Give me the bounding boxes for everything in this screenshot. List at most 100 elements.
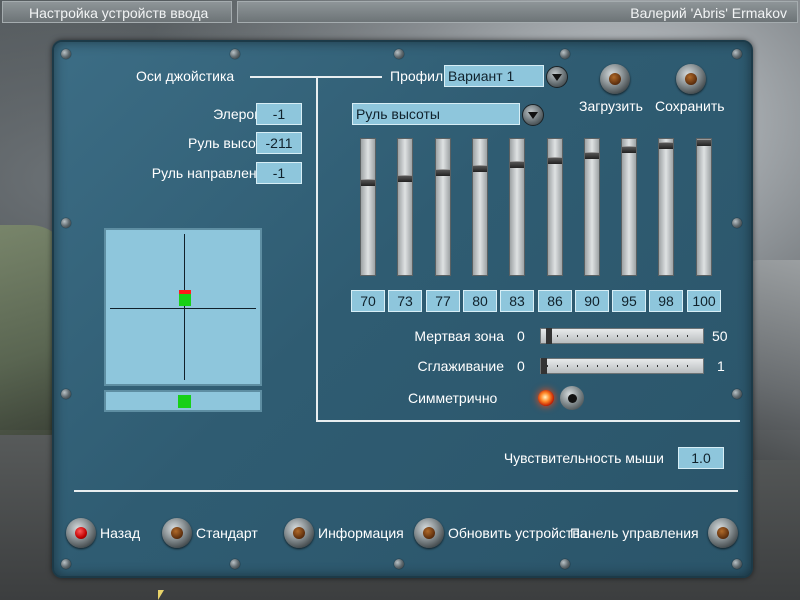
rivet [394, 49, 404, 59]
control-panel-button[interactable] [708, 518, 738, 548]
smoothing-max: 1 [717, 358, 725, 374]
info-label: Информация [318, 525, 404, 541]
axis-label-ailerons: Элероны [213, 106, 272, 122]
curve-slider-thumb[interactable] [398, 175, 412, 182]
curve-slider-7[interactable] [584, 138, 600, 276]
load-profile-button[interactable] [600, 64, 630, 94]
curve-value-1: 70 [351, 290, 385, 312]
axis-value-ailerons: -1 [256, 103, 302, 125]
curve-slider-4[interactable] [472, 138, 488, 276]
section-divider [316, 76, 382, 78]
axis-value-elevator: -211 [256, 132, 302, 154]
curve-value-2: 73 [388, 290, 422, 312]
curve-slider-2[interactable] [397, 138, 413, 276]
smoothing-slider[interactable] [540, 358, 704, 374]
axis-label-elevator: Руль высоты [188, 135, 272, 151]
curve-slider-thumb[interactable] [473, 165, 487, 172]
rivet [61, 49, 71, 59]
toggle-switch-icon[interactable] [560, 386, 584, 410]
chevron-down-icon[interactable] [522, 104, 544, 126]
axis-label-rudder: Руль направления [151, 165, 272, 181]
profile-select[interactable]: Вариант 1 [444, 65, 544, 87]
section-divider [250, 76, 316, 78]
curve-slider-thumb[interactable] [585, 152, 599, 159]
stick-position-marker [179, 290, 191, 306]
rivet [732, 218, 742, 228]
rivet [732, 49, 742, 59]
curve-slider-9[interactable] [658, 138, 674, 276]
axis-select[interactable]: Руль высоты [352, 103, 520, 125]
curve-slider-5[interactable] [509, 138, 525, 276]
axes-section-title: Оси джойстика [136, 68, 235, 84]
control-panel-label: Панель управления [570, 525, 699, 541]
curve-value-10: 100 [687, 290, 721, 312]
standard-button[interactable] [162, 518, 192, 548]
indicator-led-icon [538, 390, 554, 406]
curve-value-9: 98 [649, 290, 683, 312]
smoothing-slider-thumb[interactable] [541, 358, 547, 374]
load-profile-label: Загрузить [579, 98, 643, 114]
rivet [732, 389, 742, 399]
input-settings-panel: Оси джойстика Элероны -1 Руль высоты -21… [52, 40, 753, 578]
curve-value-7: 90 [575, 290, 609, 312]
curve-slider-thumb[interactable] [697, 139, 711, 146]
curve-slider-10[interactable] [696, 138, 712, 276]
rivet [61, 559, 71, 569]
curve-slider-8[interactable] [621, 138, 637, 276]
crosshair-horizontal [110, 308, 256, 309]
back-button[interactable] [66, 518, 96, 548]
rivet [560, 49, 570, 59]
rudder-position-marker [178, 395, 191, 408]
rivet [61, 218, 71, 228]
window-title: Настройка устройств ввода [2, 1, 232, 23]
rivet [732, 559, 742, 569]
curve-value-3: 77 [426, 290, 460, 312]
smoothing-min: 0 [517, 358, 525, 374]
mouse-cursor-icon [158, 590, 164, 600]
rivet [230, 559, 240, 569]
rivet [61, 389, 71, 399]
save-profile-button[interactable] [676, 64, 706, 94]
deadzone-slider-thumb[interactable] [546, 328, 552, 344]
save-profile-label: Сохранить [655, 98, 725, 114]
smoothing-label: Сглаживание [417, 358, 504, 374]
back-label: Назад [100, 525, 141, 541]
crosshair-vertical [184, 234, 185, 380]
curve-value-8: 95 [612, 290, 646, 312]
curve-slider-6[interactable] [547, 138, 563, 276]
curve-slider-thumb[interactable] [361, 179, 375, 186]
joystick-position-display [104, 228, 262, 386]
curve-slider-thumb[interactable] [659, 142, 673, 149]
section-divider-vertical [316, 76, 318, 422]
symmetric-label: Симметрично [408, 390, 498, 406]
refresh-devices-button[interactable] [414, 518, 444, 548]
axis-value-rudder: -1 [256, 162, 302, 184]
info-button[interactable] [284, 518, 314, 548]
deadzone-label: Мертвая зона [414, 328, 504, 344]
mouse-sensitivity-field[interactable]: 1.0 [678, 447, 724, 469]
refresh-devices-label: Обновить устройства [448, 525, 588, 541]
section-divider [316, 420, 740, 422]
curve-value-6: 86 [538, 290, 572, 312]
pilot-name: Валерий 'Abris' Ermakov [237, 1, 798, 23]
chevron-down-icon[interactable] [546, 66, 568, 88]
curve-slider-thumb[interactable] [622, 146, 636, 153]
curve-value-5: 83 [500, 290, 534, 312]
symmetric-toggle[interactable] [538, 386, 586, 410]
profile-label: Профил [390, 68, 444, 84]
slider-ticks [547, 365, 697, 367]
deadzone-slider[interactable] [540, 328, 704, 344]
mouse-sensitivity-label: Чувствительность мыши [503, 450, 664, 466]
rudder-position-display [104, 390, 262, 412]
bottom-divider [74, 490, 738, 492]
curve-slider-thumb[interactable] [436, 169, 450, 176]
rivet [394, 559, 404, 569]
deadzone-max: 50 [712, 328, 728, 344]
curve-slider-thumb[interactable] [548, 157, 562, 164]
slider-ticks [547, 335, 697, 337]
curve-slider-3[interactable] [435, 138, 451, 276]
rivet [230, 49, 240, 59]
curve-slider-1[interactable] [360, 138, 376, 276]
curve-value-4: 80 [463, 290, 497, 312]
curve-slider-thumb[interactable] [510, 161, 524, 168]
